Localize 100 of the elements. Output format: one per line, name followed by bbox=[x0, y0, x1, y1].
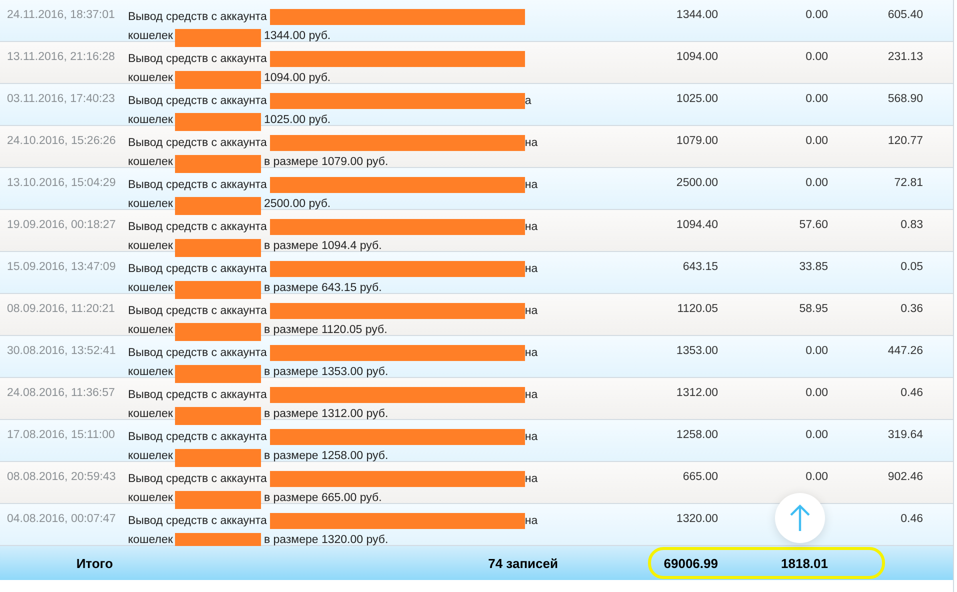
amount-cell-text: 120.77 bbox=[888, 134, 923, 147]
amount-cell-text: 0.00 bbox=[806, 344, 828, 357]
date-cell-text: 15.09.2016, 13:47:09 bbox=[6, 260, 117, 273]
date-cell-text: 24.08.2016, 11:36:57 bbox=[6, 386, 116, 399]
amount-cell-text: 1079.00 bbox=[676, 134, 718, 147]
amount-cell-text: 1344.00 bbox=[676, 8, 718, 21]
description-text: а bbox=[524, 94, 532, 108]
description-text: в размере 1312.00 руб. bbox=[264, 407, 388, 421]
amount-cell-text: 1094.00 bbox=[676, 50, 718, 63]
date-cell-text: 19.09.2016, 00:18:27 bbox=[6, 218, 117, 231]
description-text: на bbox=[524, 304, 538, 318]
amount-cell-text: 568.90 bbox=[888, 92, 923, 105]
description-text: Вывод средств с аккаунта bbox=[128, 430, 267, 444]
date-cell-text: 13.11.2016, 21:16:28 bbox=[6, 50, 116, 63]
amount-cell-text: 72.81 bbox=[894, 176, 923, 189]
amount-cell-text: 0.00 bbox=[806, 176, 828, 189]
description-text: Вывод средств с аккаунта bbox=[128, 220, 267, 234]
amount-cell-text: 1258.00 bbox=[676, 428, 718, 441]
amount-cell-text: 447.26 bbox=[888, 344, 923, 357]
description-text: 1344.00 руб. bbox=[264, 29, 331, 43]
amount-cell-text: 1320.00 bbox=[676, 512, 718, 525]
description-text: кошелек bbox=[128, 71, 173, 85]
date-cell-text: 03.11.2016, 17:40:23 bbox=[6, 92, 116, 105]
amount-cell-text: 0.05 bbox=[900, 260, 923, 273]
date-cell-text: 24.10.2016, 15:26:26 bbox=[6, 134, 117, 147]
description-text: на bbox=[524, 220, 538, 234]
description-text: Вывод средств с аккаунта bbox=[128, 262, 267, 276]
description-text: Вывод средств с аккаунта bbox=[128, 514, 267, 528]
amount-cell-text: 1120.05 bbox=[677, 302, 718, 315]
amount-cell-text: 902.46 bbox=[888, 470, 923, 483]
amount-cell-text: 58.95 bbox=[799, 302, 828, 315]
description-text: на bbox=[524, 136, 538, 150]
date-cell-text: 24.11.2016, 18:37:01 bbox=[6, 8, 116, 21]
description-text: на bbox=[524, 430, 538, 444]
amount-cell-text: 0.00 bbox=[806, 470, 828, 483]
record-count: 74 записей bbox=[488, 556, 558, 570]
description-text: в размере 1094.4 руб. bbox=[264, 239, 382, 253]
description-text: кошелек bbox=[128, 29, 173, 43]
description-text: кошелек bbox=[128, 239, 173, 253]
description-text: Вывод средств с аккаунта bbox=[128, 52, 267, 66]
amount-cell-text: 2500.00 bbox=[676, 176, 718, 189]
description-text: в размере 1120.05 руб. bbox=[264, 323, 388, 337]
amount-cell-text: 0.00 bbox=[806, 428, 828, 441]
amount-cell-text: 0.46 bbox=[900, 386, 923, 399]
description-text: на bbox=[524, 346, 538, 360]
description-text: кошелек bbox=[128, 449, 173, 463]
description-text: Вывод средств с аккаунта bbox=[128, 304, 267, 318]
amount-cell-text: 0.36 bbox=[900, 302, 923, 315]
description-text: на bbox=[524, 262, 538, 276]
description-text: Вывод средств с аккаунта bbox=[128, 94, 267, 108]
description-text: Вывод средств с аккаунта bbox=[128, 10, 267, 24]
description-text: на bbox=[524, 514, 538, 528]
amount-cell-text: 1025.00 bbox=[676, 92, 718, 105]
date-cell-text: 04.08.2016, 00:07:47 bbox=[6, 512, 117, 525]
description-text: кошелек bbox=[128, 155, 173, 169]
amount-cell-text: 0.00 bbox=[806, 386, 828, 399]
description-text: кошелек bbox=[128, 323, 173, 337]
description-text: Вывод средств с аккаунта bbox=[128, 178, 267, 192]
description-text: Вывод средств с аккаунта bbox=[128, 136, 267, 150]
total-label: Итого bbox=[76, 556, 113, 570]
amount-cell-text: 643.15 bbox=[682, 260, 718, 273]
description-text: Вывод средств с аккаунта bbox=[128, 346, 267, 360]
amount-cell-text: 319.64 bbox=[888, 428, 923, 441]
description-text: в размере 665.00 руб. bbox=[264, 491, 382, 505]
amount-cell-text: 1312.00 bbox=[676, 386, 718, 399]
description-text: 2500.00 руб. bbox=[264, 197, 331, 211]
amount-cell-text: 0.83 bbox=[900, 218, 923, 231]
description-text: в размере 1258.00 руб. bbox=[264, 449, 388, 463]
total-amount: 1818.01 bbox=[781, 556, 828, 570]
date-cell-text: 13.10.2016, 15:04:29 bbox=[6, 176, 117, 189]
description-text: кошелек bbox=[128, 407, 173, 421]
description-text: в размере 1320.00 руб. bbox=[264, 533, 388, 547]
description-text: Вывод средств с аккаунта bbox=[128, 472, 267, 486]
description-text: кошелек bbox=[128, 491, 173, 505]
description-text: в размере 1353.00 руб. bbox=[264, 365, 388, 379]
description-text: 1094.00 руб. bbox=[264, 71, 331, 85]
amount-cell-text: 605.40 bbox=[888, 8, 923, 21]
amount-cell-text: 0.00 bbox=[806, 92, 828, 105]
description-text: в размере 1079.00 руб. bbox=[264, 155, 388, 169]
description-text: на bbox=[524, 472, 538, 486]
amount-cell-text: 57.60 bbox=[799, 218, 828, 231]
description-text: кошелек bbox=[128, 365, 173, 379]
description-text: на bbox=[524, 178, 538, 192]
amount-cell-text: 0.00 bbox=[806, 134, 828, 147]
amount-cell-text: 665.00 bbox=[682, 470, 718, 483]
description-text: кошелек bbox=[128, 197, 173, 211]
amount-cell-text: 1094.40 bbox=[676, 218, 718, 231]
amount-cell-text: 0.00 bbox=[806, 50, 828, 63]
amount-cell-text: 1353.00 bbox=[676, 344, 718, 357]
description-text: кошелек bbox=[128, 113, 173, 127]
amount-cell-text: 33.85 bbox=[799, 260, 828, 273]
date-cell-text: 30.08.2016, 13:52:41 bbox=[6, 344, 117, 357]
up-arrow-icon bbox=[789, 504, 811, 532]
description-text: на bbox=[524, 388, 538, 402]
description-text: 1025.00 руб. bbox=[264, 113, 331, 127]
description-text: в размере 643.15 руб. bbox=[264, 281, 382, 295]
amount-cell-text: 231.13 bbox=[888, 50, 923, 63]
amount-cell-text: 0.00 bbox=[806, 8, 828, 21]
date-cell-text: 08.08.2016, 20:59:43 bbox=[6, 470, 117, 483]
amount-cell-text: 0.46 bbox=[900, 512, 923, 525]
